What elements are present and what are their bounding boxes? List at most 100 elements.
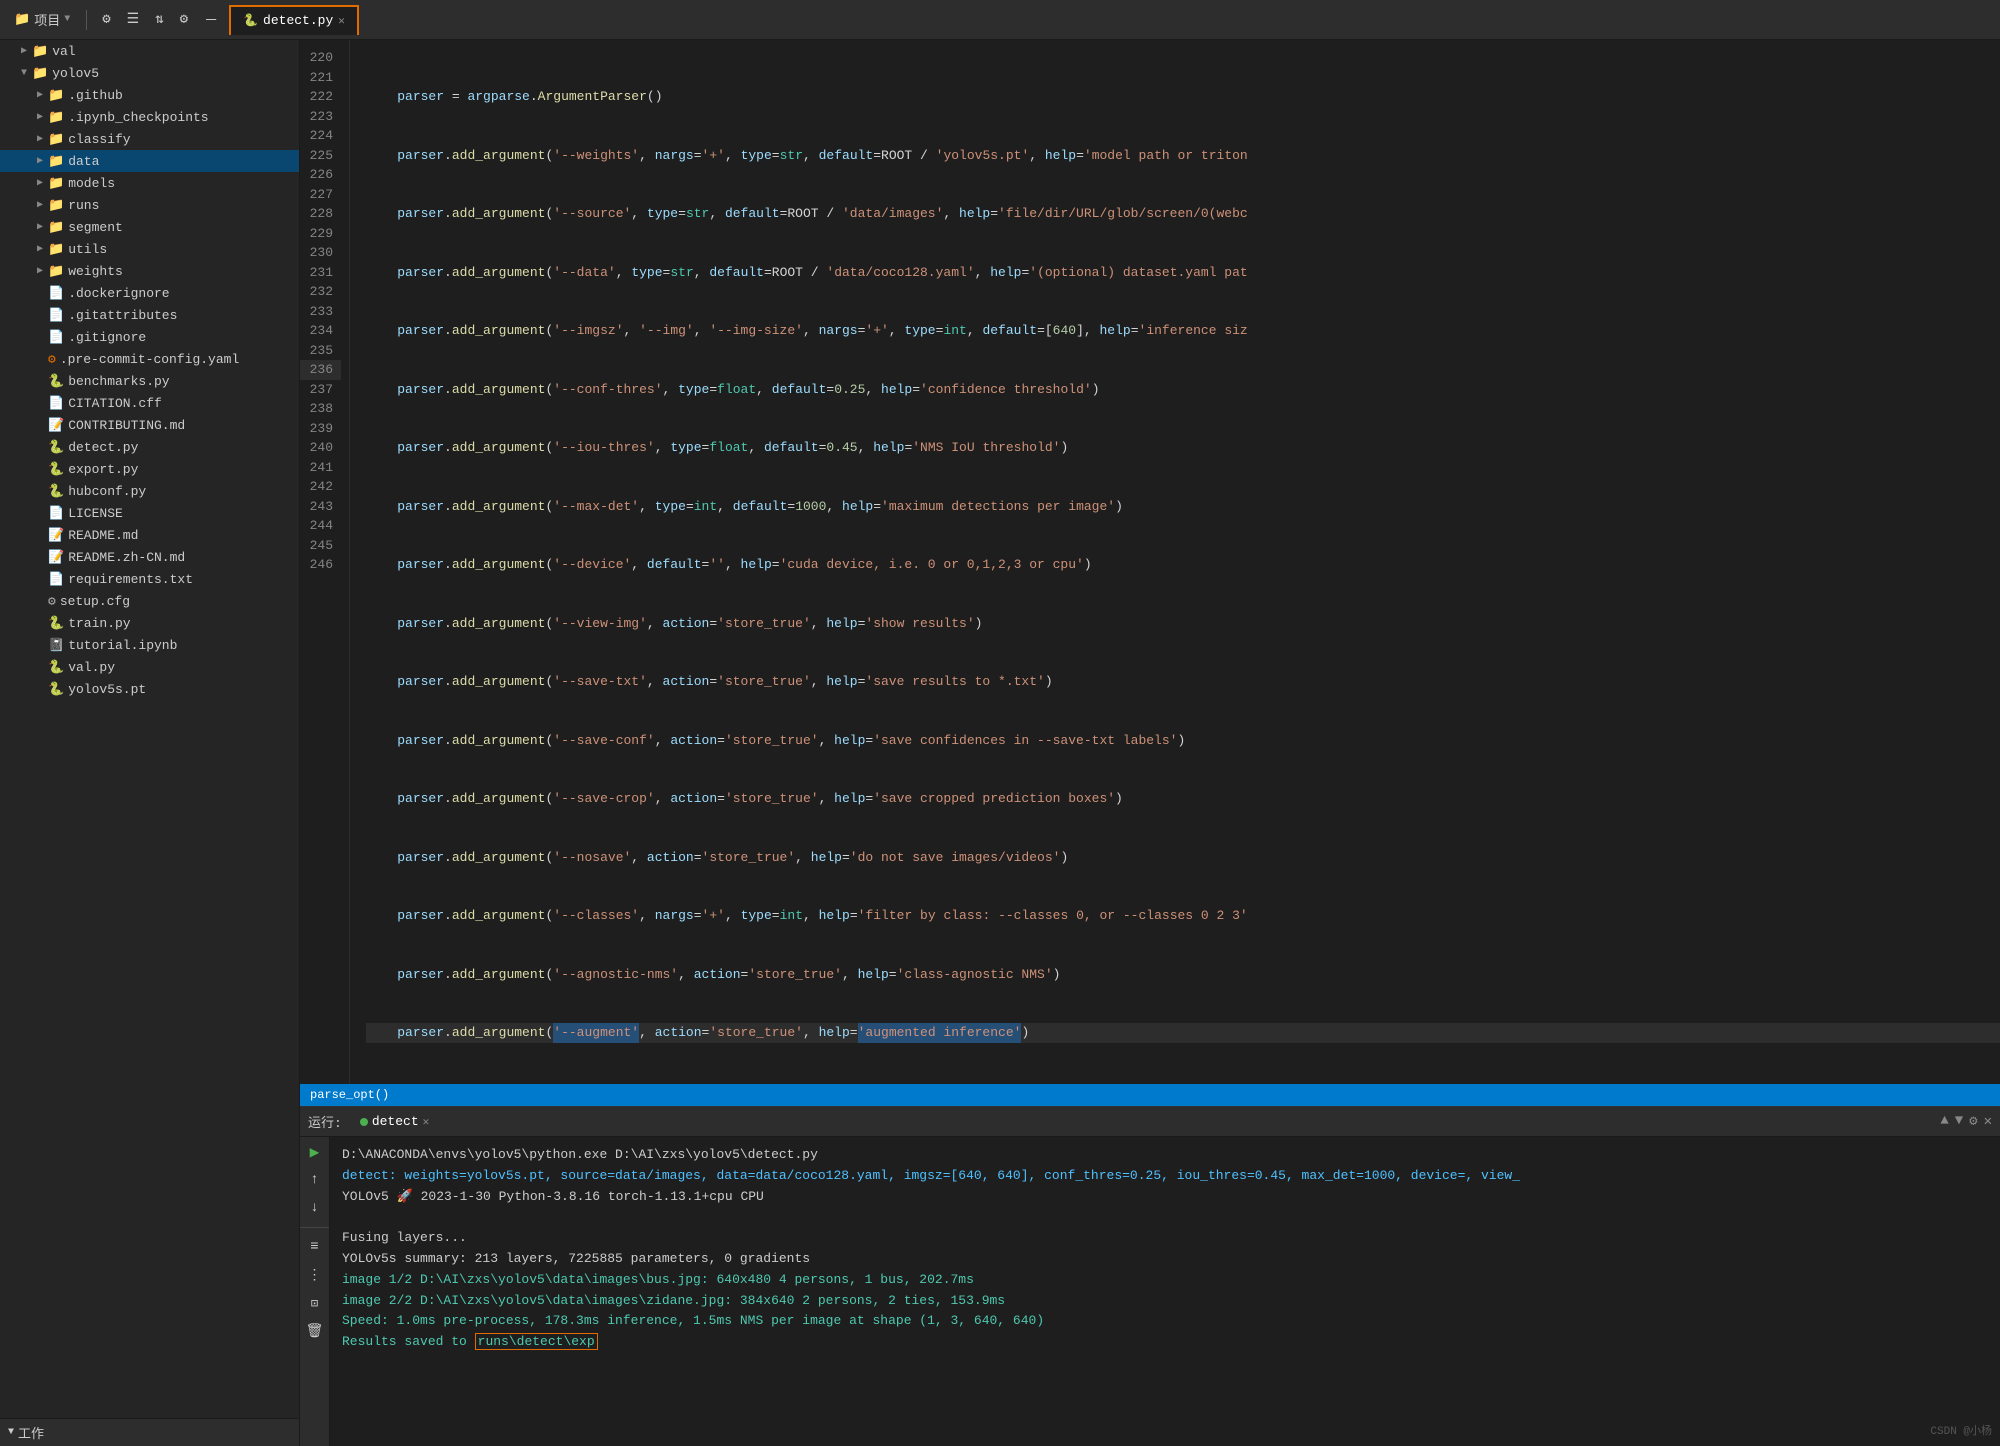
terminal-line-blank (342, 1207, 1988, 1228)
tree-item-weights[interactable]: ▶ 📁 weights (0, 260, 299, 282)
terminal-line-3: YOLOv5 🚀 2023-1-30 Python-3.8.16 torch-1… (342, 1187, 1988, 1208)
terminal-close-icon[interactable]: ✕ (1984, 1113, 1992, 1130)
tab-detect-py[interactable]: 🐍 detect.py ✕ (229, 5, 359, 35)
model-file-icon: 🐍 (48, 682, 64, 697)
tree-item-ipynb-checkpoints[interactable]: ▶ 📁 .ipynb_checkpoints (0, 106, 299, 128)
expand-arrow: ▼ (16, 68, 32, 79)
tree-item-dockerignore[interactable]: ▶ 📄 .dockerignore (0, 282, 299, 304)
tree-item-gitignore[interactable]: ▶ 📄 .gitignore (0, 326, 299, 348)
code-content: 220 221 222 223 224 225 226 227 228 229 … (300, 40, 2000, 1084)
terminal-scroll-down-icon[interactable]: ▼ (1955, 1113, 1963, 1130)
project-selector[interactable]: 📁 项目 ▼ (8, 10, 76, 29)
tree-item-tutorial[interactable]: ▶ 📓 tutorial.ipynb (0, 634, 299, 656)
tree-item-classify[interactable]: ▶ 📁 classify (0, 128, 299, 150)
sort-icon[interactable]: ⇅ (150, 8, 168, 31)
tree-item-train[interactable]: ▶ 🐍 train.py (0, 612, 299, 634)
code-line-221: parser.add_argument('--weights', nargs='… (366, 146, 2000, 166)
tree-item-val[interactable]: ▶ 📁 val (0, 40, 299, 62)
tree-item-precommit[interactable]: ▶ ⚙ .pre-commit-config.yaml (0, 348, 299, 370)
sidebar: ▶ 📁 val ▼ 📁 yolov5 ▶ 📁 .github ▶ 📁 .ipyn… (0, 40, 300, 1446)
code-line-234: parser.add_argument('--classes', nargs='… (366, 906, 2000, 926)
terminal-line-4: Fusing layers... (342, 1228, 1988, 1249)
code-line-230: parser.add_argument('--save-txt', action… (366, 672, 2000, 692)
code-line-235: parser.add_argument('--agnostic-nms', ac… (366, 965, 2000, 985)
terminal-area: 运行: detect ✕ ▲ ▼ ⚙ ✕ ▶ (300, 1106, 2000, 1446)
terminal-left-icons: ▶ ↑ ↓ ≡ ⋮ ⊡ 🗑 (300, 1137, 330, 1446)
folder-icon: 📁 (48, 110, 64, 125)
tree-item-benchmarks[interactable]: ▶ 🐍 benchmarks.py (0, 370, 299, 392)
file-icon: 📄 (48, 396, 64, 411)
tree-item-val-py[interactable]: ▶ 🐍 val.py (0, 656, 299, 678)
folder-icon: 📁 (14, 12, 30, 27)
tree-item-gitattributes[interactable]: ▶ 📄 .gitattributes (0, 304, 299, 326)
tree-item-contributing[interactable]: ▶ 📝 CONTRIBUTING.md (0, 414, 299, 436)
tree-item-readme-cn[interactable]: ▶ 📝 README.zh-CN.md (0, 546, 299, 568)
terminal-line-5: YOLOv5s summary: 213 layers, 7225885 par… (342, 1249, 1988, 1270)
minus-icon[interactable]: － (199, 7, 223, 33)
python-file-icon: 🐍 (48, 374, 64, 389)
code-lines[interactable]: parser = argparse.ArgumentParser() parse… (350, 40, 2000, 1084)
terminal-line-2: detect: weights=yolov5s.pt, source=data/… (342, 1166, 1988, 1187)
md-file-icon: 📝 (48, 528, 64, 543)
settings-icon[interactable]: ⚙ (97, 8, 115, 31)
tab-close-button[interactable]: ✕ (338, 14, 345, 28)
terminal-line-1: D:\ANACONDA\envs\yolov5\python.exe D:\AI… (342, 1145, 1988, 1166)
folder-icon: 📁 (48, 220, 64, 235)
scroll-up-button[interactable]: ↑ (304, 1169, 326, 1191)
tab-bar: 🐍 detect.py ✕ (229, 5, 1992, 35)
run-button[interactable]: ▶ (304, 1141, 326, 1163)
expand-arrow: ▶ (32, 177, 48, 189)
python-file-icon: 🐍 (48, 440, 64, 455)
indent-icon[interactable]: ≡ (304, 1236, 326, 1258)
editor-status-bar: parse_opt() (300, 1084, 2000, 1106)
gear-icon[interactable]: ⚙ (175, 8, 193, 31)
tree-item-yolov5s-pt[interactable]: ▶ 🐍 yolov5s.pt (0, 678, 299, 700)
config-file-icon: ⚙ (48, 594, 56, 609)
clear-icon[interactable]: ⊡ (304, 1292, 326, 1314)
list-icon[interactable]: ☰ (122, 8, 145, 31)
tree-item-citation[interactable]: ▶ 📄 CITATION.cff (0, 392, 299, 414)
list-icon[interactable]: ⋮ (304, 1264, 326, 1286)
project-label: 项目 (34, 10, 60, 29)
tree-item-data[interactable]: ▶ 📁 data (0, 150, 299, 172)
terminal-scroll-up-icon[interactable]: ▲ (1940, 1113, 1948, 1130)
folder-icon: 📁 (48, 132, 64, 147)
folder-icon: 📁 (48, 154, 64, 169)
tree-item-github[interactable]: ▶ 📁 .github (0, 84, 299, 106)
terminal-settings-icon[interactable]: ⚙ (1969, 1113, 1977, 1130)
file-icon: 📄 (48, 286, 64, 301)
tree-item-detect-py[interactable]: ▶ 🐍 detect.py (0, 436, 299, 458)
section-arrow: ▼ (8, 1427, 14, 1438)
top-toolbar: 📁 项目 ▼ ⚙ ☰ ⇅ ⚙ － 🐍 detect.py ✕ (0, 0, 2000, 40)
terminal-close-button[interactable]: ✕ (423, 1115, 430, 1129)
run-label: 运行: (308, 1112, 342, 1131)
expand-arrow: ▶ (16, 45, 32, 57)
tree-item-readme[interactable]: ▶ 📝 README.md (0, 524, 299, 546)
tree-item-export[interactable]: ▶ 🐍 export.py (0, 458, 299, 480)
terminal-header-icons: ▲ ▼ ⚙ ✕ (1940, 1113, 1992, 1130)
python-file-icon: 🐍 (48, 660, 64, 675)
folder-icon: 📁 (48, 264, 64, 279)
tree-item-requirements[interactable]: ▶ 📄 requirements.txt (0, 568, 299, 590)
tree-item-setup[interactable]: ▶ ⚙ setup.cfg (0, 590, 299, 612)
separator (300, 1227, 329, 1228)
terminal-line-9: Results saved to runs\detect\exp (342, 1332, 1988, 1353)
tree-item-segment[interactable]: ▶ 📁 segment (0, 216, 299, 238)
line-numbers: 220 221 222 223 224 225 226 227 228 229 … (300, 40, 350, 1084)
expand-arrow: ▶ (32, 221, 48, 233)
txt-file-icon: 📄 (48, 572, 64, 587)
workbench-section-header: ▼ 工作 (0, 1418, 299, 1446)
code-line-233: parser.add_argument('--nosave', action='… (366, 848, 2000, 868)
tree-item-runs[interactable]: ▶ 📁 runs (0, 194, 299, 216)
tree-item-utils[interactable]: ▶ 📁 utils (0, 238, 299, 260)
folder-icon: 📁 (32, 66, 48, 81)
tree-item-hubconf[interactable]: ▶ 🐍 hubconf.py (0, 480, 299, 502)
trash-icon[interactable]: 🗑 (304, 1320, 326, 1342)
scroll-down-button[interactable]: ↓ (304, 1197, 326, 1219)
code-line-229: parser.add_argument('--view-img', action… (366, 614, 2000, 634)
tree-item-models[interactable]: ▶ 📁 models (0, 172, 299, 194)
tree-item-yolov5[interactable]: ▼ 📁 yolov5 (0, 62, 299, 84)
tree-item-license[interactable]: ▶ 📄 LICENSE (0, 502, 299, 524)
terminal-tab-detect[interactable]: detect ✕ (350, 1112, 439, 1131)
notebook-file-icon: 📓 (48, 638, 64, 653)
